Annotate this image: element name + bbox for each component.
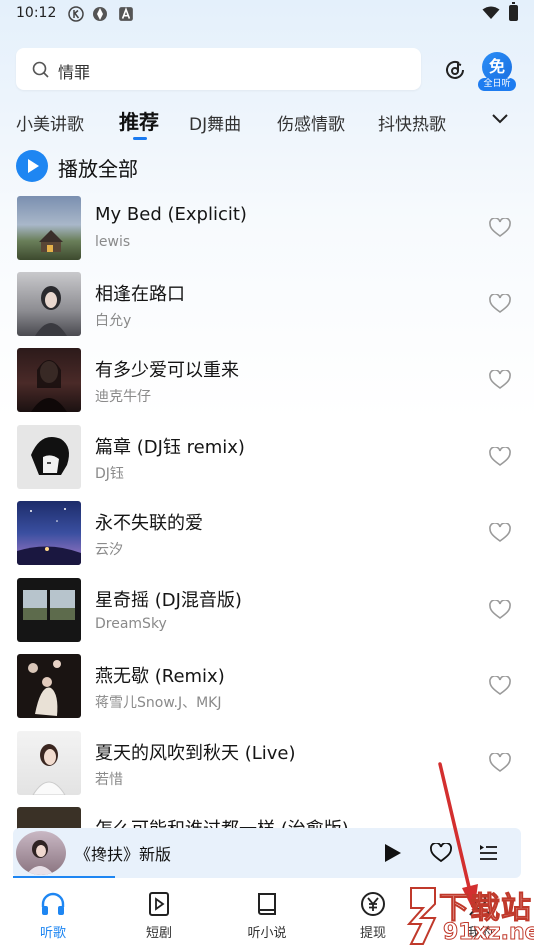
song-title: 有多少爱可以重来 <box>95 360 239 381</box>
watermark-url: 91xz.net <box>442 920 534 946</box>
album-cover <box>17 196 81 260</box>
song-item[interactable]: 永不失联的爱 云汐 <box>0 501 534 573</box>
song-title: 夏天的风吹到秋天 (Live) <box>95 743 296 764</box>
song-item[interactable]: 篇章 (DJ钰 remix) DJ钰 <box>0 425 534 497</box>
search-icon <box>32 61 49 78</box>
sync-app-icon <box>93 7 107 21</box>
album-cover <box>17 578 81 642</box>
video-icon <box>149 892 169 916</box>
a-app-icon <box>119 7 133 21</box>
song-artist: lewis <box>95 234 131 250</box>
song-artist: 若惜 <box>95 772 123 788</box>
song-item[interactable]: 有多少爱可以重来 迪克牛仔 <box>0 348 534 420</box>
category-tabs: 小美讲歌 推荐 DJ舞曲 伤感情歌 抖快热歌 <box>0 106 534 142</box>
site-watermark: 下载站 91xz.net <box>405 880 534 950</box>
tab-hot-songs[interactable]: 抖快热歌 <box>378 110 446 135</box>
playlist-icon[interactable] <box>478 842 498 862</box>
nav-item-listen[interactable]: 听歌 <box>13 890 93 941</box>
nav-item-novel[interactable]: 听小说 <box>227 890 307 941</box>
song-artist: 白允y <box>95 313 132 329</box>
tab-sad-songs[interactable]: 伤感情歌 <box>277 110 345 135</box>
heart-icon[interactable] <box>489 523 511 543</box>
vip-badge-sub: 全日听 <box>478 78 516 91</box>
play-icon[interactable] <box>384 843 402 863</box>
song-artist: 迪克牛仔 <box>95 389 151 405</box>
chevron-down-icon[interactable] <box>490 112 510 126</box>
play-circle-icon <box>16 150 48 182</box>
status-bar: 10:12 <box>0 0 534 30</box>
recognize-music-icon[interactable] <box>443 58 467 82</box>
play-all-button[interactable]: 播放全部 <box>16 150 216 182</box>
song-title: 燕无歇 (Remix) <box>95 666 225 687</box>
battery-icon <box>509 2 518 21</box>
heart-icon[interactable] <box>489 447 511 467</box>
wifi-icon <box>482 6 500 19</box>
album-cover <box>17 348 81 412</box>
play-all-label: 播放全部 <box>58 157 138 181</box>
vip-badge[interactable]: 免 全日听 <box>478 52 516 92</box>
tab-dj[interactable]: DJ舞曲 <box>189 110 241 135</box>
nav-label: 短剧 <box>145 926 172 941</box>
heart-icon[interactable] <box>489 600 511 620</box>
nav-item-withdraw[interactable]: 提现 <box>333 890 413 941</box>
song-artist: 云汐 <box>95 542 123 558</box>
song-title: 星奇摇 (DJ混音版) <box>95 590 242 611</box>
k-app-icon <box>68 6 84 22</box>
song-item[interactable]: My Bed (Explicit) lewis <box>0 196 534 268</box>
album-cover <box>17 425 81 489</box>
heart-icon[interactable] <box>489 218 511 238</box>
song-title: 篇章 (DJ钰 remix) <box>95 437 245 458</box>
book-icon <box>258 893 276 915</box>
watermark-logo <box>406 887 437 945</box>
heart-icon[interactable] <box>489 676 511 696</box>
nav-item-short-drama[interactable]: 短剧 <box>119 890 199 941</box>
album-cover <box>17 654 81 718</box>
song-artist: 蒋雪儿Snow.J、MKJ <box>95 695 222 711</box>
heart-icon[interactable] <box>489 294 511 314</box>
yuan-icon <box>361 892 385 916</box>
song-title: 永不失联的爱 <box>95 513 203 534</box>
mini-player-title: 《搀扶》新版 <box>75 845 172 864</box>
song-title: My Bed (Explicit) <box>95 204 247 225</box>
tab-recommend[interactable]: 推荐 <box>119 106 159 135</box>
song-artist: DreamSky <box>95 616 167 632</box>
album-cover <box>17 501 81 565</box>
headphones-icon <box>41 892 65 915</box>
mini-player-cover <box>16 831 66 875</box>
search-query: 情罪 <box>58 63 91 82</box>
song-artist: DJ钰 <box>95 466 124 482</box>
status-time: 10:12 <box>16 5 57 21</box>
song-title: 相逢在路口 <box>95 284 185 305</box>
song-item[interactable]: 燕无歇 (Remix) 蒋雪儿Snow.J、MKJ <box>0 654 534 726</box>
album-cover <box>17 731 81 795</box>
heart-icon[interactable] <box>489 370 511 390</box>
search-input[interactable]: 情罪 <box>16 48 421 90</box>
mini-player-progress <box>13 876 115 878</box>
nav-label: 提现 <box>359 926 386 941</box>
active-tab-indicator <box>133 137 147 140</box>
nav-label: 听小说 <box>247 926 287 941</box>
song-item[interactable]: 相逢在路口 白允y <box>0 272 534 344</box>
nav-label: 听歌 <box>39 926 66 941</box>
song-item[interactable]: 星奇摇 (DJ混音版) DreamSky <box>0 578 534 650</box>
heart-icon[interactable] <box>489 753 511 773</box>
album-cover <box>17 272 81 336</box>
tab-xiaomei[interactable]: 小美讲歌 <box>16 110 84 135</box>
